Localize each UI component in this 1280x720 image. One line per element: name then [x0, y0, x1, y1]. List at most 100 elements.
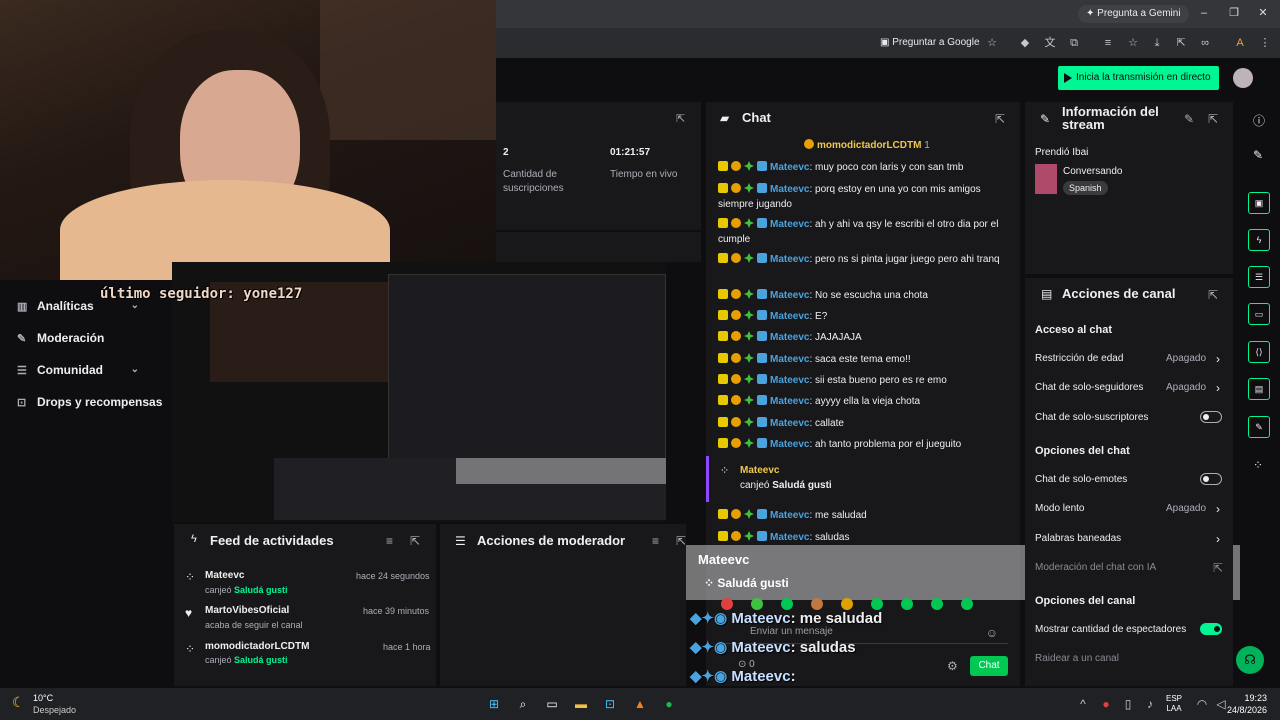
- file-explorer-icon[interactable]: ▬: [571, 694, 591, 714]
- go-live-button[interactable]: Inicia la transmisión en directo: [1058, 66, 1219, 90]
- followers-only-label[interactable]: Chat de solo-seguidores: [1035, 382, 1143, 393]
- clip-icon[interactable]: ▣: [1248, 192, 1270, 214]
- chat-username[interactable]: Mateevc: [770, 162, 809, 173]
- chat-username[interactable]: Mateevc: [770, 254, 809, 265]
- list-icon[interactable]: ☰: [1248, 266, 1270, 288]
- chat-username[interactable]: Mateevc: [770, 311, 809, 322]
- nav-item-drops[interactable]: ⊡ Drops y recompensas: [17, 392, 162, 412]
- tray-app-icon[interactable]: ●: [1096, 694, 1116, 714]
- feed-item-name[interactable]: momodictadorLCDTM: [205, 641, 309, 652]
- pencil-icon[interactable]: ✎: [1253, 148, 1263, 162]
- popout-icon[interactable]: ⇱: [1208, 112, 1218, 126]
- keyboard-language[interactable]: ESP LAA: [1166, 694, 1182, 714]
- translate-icon[interactable]: 文: [1042, 35, 1058, 51]
- popout-icon[interactable]: ⇱: [995, 112, 1005, 126]
- code-icon[interactable]: ⟨⟩: [1248, 341, 1270, 363]
- clock-date[interactable]: 24/8/2026: [1222, 705, 1267, 715]
- wrench-icon[interactable]: ✎: [1248, 416, 1270, 438]
- usb-icon[interactable]: ▯: [1118, 694, 1138, 714]
- spotify-icon[interactable]: ●: [659, 694, 679, 714]
- link-icon[interactable]: ∞: [1197, 35, 1213, 51]
- slow-mode-value[interactable]: Apagado: [1166, 503, 1206, 514]
- minimize-icon[interactable]: –: [1197, 6, 1211, 20]
- points-icon[interactable]: ⁘: [1253, 458, 1263, 472]
- age-restriction-label[interactable]: Restricción de edad: [1035, 353, 1123, 364]
- store-icon[interactable]: ⊡: [600, 694, 620, 714]
- nav-item-community[interactable]: ☰ Comunidad ⌄: [17, 360, 157, 380]
- chevron-right-icon[interactable]: ›: [1216, 381, 1220, 395]
- close-icon[interactable]: ✕: [1256, 6, 1270, 20]
- menu-icon[interactable]: ⋮: [1257, 35, 1273, 51]
- gift-badge-icon: [744, 395, 754, 405]
- ai-moderation-label[interactable]: Moderación del chat con IA: [1035, 562, 1156, 573]
- chevron-right-icon[interactable]: ›: [1216, 352, 1220, 366]
- vlc-icon[interactable]: ▲: [630, 694, 650, 714]
- edit-icon[interactable]: ✎: [1184, 112, 1194, 126]
- weather-temp[interactable]: 10°C: [33, 693, 53, 703]
- chevron-right-icon[interactable]: ›: [1216, 532, 1220, 546]
- age-restriction-value[interactable]: Apagado: [1166, 353, 1206, 364]
- chat-bubble-icon[interactable]: ▭: [1248, 303, 1270, 325]
- weather-desc[interactable]: Despejado: [33, 705, 76, 715]
- popout-icon[interactable]: ⇱: [676, 534, 686, 548]
- puzzle-icon[interactable]: ⧉: [1066, 35, 1082, 51]
- popout-icon[interactable]: ⇱: [1208, 288, 1218, 302]
- headset-icon[interactable]: ☊: [1236, 646, 1264, 674]
- mic-icon[interactable]: ♪: [1140, 694, 1160, 714]
- live-time: 01:21:57: [610, 147, 651, 158]
- gemini-button[interactable]: ✦ Pregunta a Gemini: [1078, 5, 1189, 23]
- chat-username[interactable]: Mateevc: [770, 532, 809, 543]
- clock-time[interactable]: 19:23: [1222, 693, 1267, 703]
- profile-avatar[interactable]: A: [1232, 35, 1248, 51]
- bookmarks-icon[interactable]: ☆: [1125, 35, 1141, 51]
- share-icon[interactable]: ⇱: [1173, 35, 1189, 51]
- popout-icon[interactable]: ⇱: [410, 534, 420, 548]
- feed-item-name[interactable]: MartoVibesOficial: [205, 605, 289, 616]
- info-icon[interactable]: ⓘ: [1253, 112, 1265, 129]
- tray-chevron-icon[interactable]: ^: [1073, 694, 1093, 714]
- mod-actions-title: Acciones de moderador: [477, 533, 626, 548]
- task-view-icon[interactable]: ▭: [542, 694, 562, 714]
- chat-username[interactable]: Mateevc: [770, 332, 809, 343]
- lightning-icon[interactable]: ϟ: [1248, 229, 1270, 251]
- followers-only-value[interactable]: Apagado: [1166, 382, 1206, 393]
- gear-icon[interactable]: ⚙: [947, 659, 958, 673]
- emote-picker-icon[interactable]: ☺: [986, 626, 998, 640]
- nav-item-moderation[interactable]: ✎ Moderación: [17, 328, 104, 348]
- show-viewers-toggle[interactable]: [1200, 623, 1222, 635]
- chat-username[interactable]: Mateevc: [770, 396, 809, 407]
- tab-search-icon[interactable]: ≡: [1100, 35, 1116, 51]
- chat-username[interactable]: Mateevc: [770, 439, 809, 450]
- windows-start-icon[interactable]: ⊞: [484, 694, 504, 714]
- chat-send-button[interactable]: Chat: [970, 656, 1008, 676]
- raid-channel-label[interactable]: Raidear a un canal: [1035, 653, 1119, 664]
- redeem-user[interactable]: Mateevc: [740, 465, 779, 476]
- pinned-user[interactable]: momodictadorLCDTM 1: [804, 139, 930, 151]
- chat-username[interactable]: Mateevc: [770, 375, 809, 386]
- extension-icon[interactable]: ◆: [1017, 35, 1033, 51]
- filter-icon[interactable]: ≡: [386, 534, 393, 548]
- search-icon[interactable]: ⌕: [513, 694, 533, 714]
- emotes-only-toggle[interactable]: [1200, 473, 1222, 485]
- filter-icon[interactable]: ≡: [652, 534, 659, 548]
- banned-words-label[interactable]: Palabras baneadas: [1035, 533, 1121, 544]
- chevron-right-icon[interactable]: ›: [1216, 502, 1220, 516]
- ask-google-button[interactable]: ▣ Preguntar a Google: [880, 35, 980, 51]
- chat-username[interactable]: Mateevc: [770, 290, 809, 301]
- wifi-icon[interactable]: ◠: [1192, 694, 1212, 714]
- subs-only-toggle[interactable]: [1200, 411, 1222, 423]
- chat-username[interactable]: Mateevc: [770, 418, 809, 429]
- maximize-icon[interactable]: ❐: [1227, 6, 1241, 20]
- chat-username[interactable]: Mateevc: [770, 510, 809, 521]
- popout-icon[interactable]: ⇱: [676, 112, 685, 125]
- slow-mode-label[interactable]: Modo lento: [1035, 503, 1084, 514]
- feed-item-name[interactable]: Mateevc: [205, 570, 244, 581]
- download-icon[interactable]: ⤓: [1149, 35, 1165, 51]
- user-avatar[interactable]: [1233, 68, 1253, 88]
- chat-username[interactable]: Mateevc: [770, 219, 809, 230]
- chat-username[interactable]: Mateevc: [770, 354, 809, 365]
- chat-username[interactable]: Mateevc: [770, 184, 809, 195]
- external-link-icon[interactable]: ⇱: [1213, 561, 1223, 575]
- bookmark-star-icon[interactable]: ☆: [984, 35, 1000, 51]
- panel-icon[interactable]: ▤: [1248, 378, 1270, 400]
